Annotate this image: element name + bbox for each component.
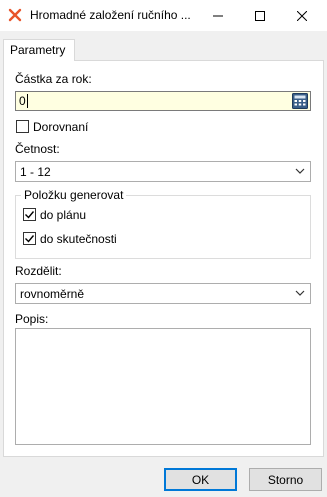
amount-input[interactable]: 0 xyxy=(15,91,311,111)
generate-groupbox xyxy=(15,195,311,259)
frequency-value: 1 - 12 xyxy=(20,165,51,179)
window-title: Hromadné založení ručního ... xyxy=(30,8,191,22)
checkmark-icon xyxy=(25,211,35,219)
checkmark-icon xyxy=(25,235,35,243)
minimize-button[interactable] xyxy=(200,0,236,31)
rounding-label: Dorovnaní xyxy=(33,120,89,134)
close-icon xyxy=(297,10,307,21)
split-value: rovnoměrně xyxy=(20,287,85,301)
ok-button[interactable]: OK xyxy=(164,468,237,491)
frequency-label: Četnost: xyxy=(15,142,60,156)
generate-plan-label: do plánu xyxy=(40,208,87,222)
generate-plan-checkbox[interactable] xyxy=(23,208,36,221)
generate-group-title: Položku generovat xyxy=(21,188,127,202)
text-caret xyxy=(27,94,28,108)
calculator-icon[interactable] xyxy=(292,93,308,109)
notes-label: Popis: xyxy=(15,312,49,326)
tab-parametry[interactable]: Parametry xyxy=(3,39,75,61)
app-logo-icon xyxy=(8,8,22,22)
split-label: Rozdělit: xyxy=(15,264,62,278)
minimize-icon xyxy=(213,15,223,16)
title-bar: Hromadné založení ručního ... xyxy=(0,0,327,31)
cancel-button[interactable]: Storno xyxy=(249,468,322,491)
notes-textarea[interactable] xyxy=(15,328,311,445)
amount-value: 0 xyxy=(19,94,26,108)
split-select[interactable]: rovnoměrně xyxy=(15,283,311,304)
chevron-down-icon xyxy=(295,168,305,174)
chevron-down-icon xyxy=(295,290,305,296)
generate-actual-checkbox[interactable] xyxy=(23,232,36,245)
frequency-select[interactable]: 1 - 12 xyxy=(15,161,311,182)
generate-actual-label: do skutečnosti xyxy=(40,232,117,246)
maximize-button[interactable] xyxy=(242,0,278,31)
amount-label: Částka za rok: xyxy=(15,72,92,86)
maximize-icon xyxy=(255,10,265,21)
close-button[interactable] xyxy=(284,0,320,31)
rounding-checkbox[interactable] xyxy=(16,120,29,133)
